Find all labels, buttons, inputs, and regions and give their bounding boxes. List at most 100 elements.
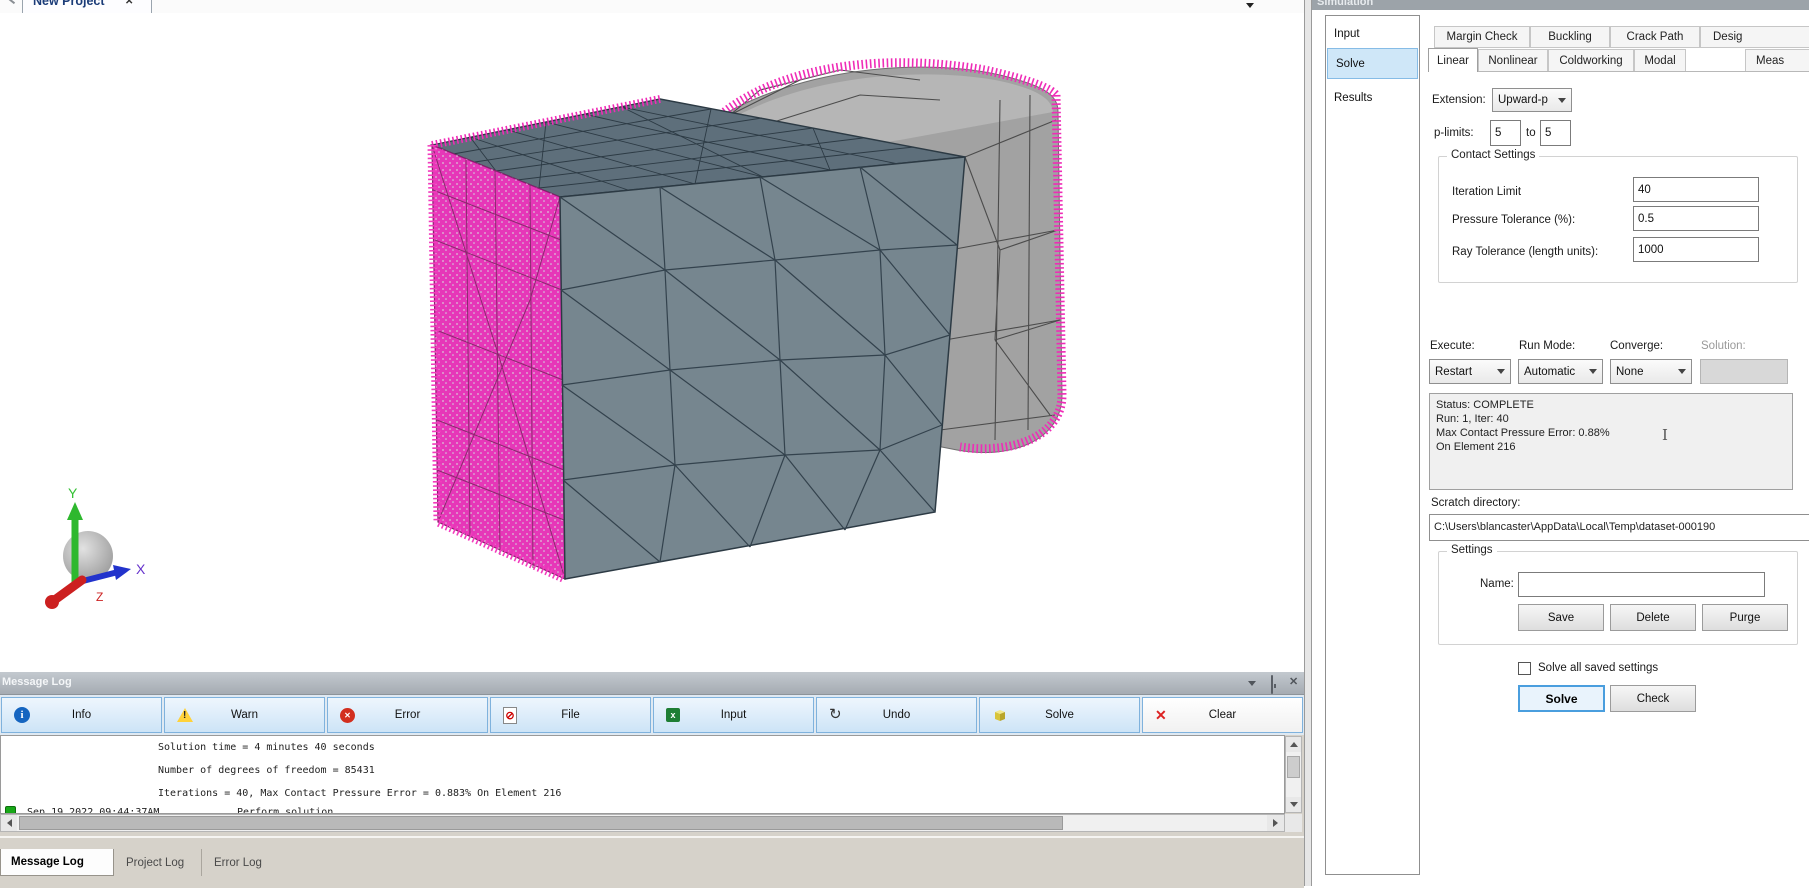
tab-pane-border (1428, 71, 1809, 72)
tab-linear[interactable]: Linear (1428, 48, 1478, 72)
log-entry: Iterations = 40, Max Contact Pressure Er… (158, 788, 561, 799)
status-line: On Element 216 (1436, 440, 1786, 454)
tab-modal[interactable]: Modal (1634, 49, 1686, 72)
log-warn-button[interactable]: !Warn (164, 697, 325, 733)
axis-label-z: Z (96, 590, 103, 604)
model-viewport[interactable]: Y X Z (0, 13, 1304, 672)
tree-decor-line (3, 0, 15, 4)
close-icon[interactable]: ✕ (1289, 675, 1298, 688)
scrollbar-thumb[interactable] (19, 816, 1063, 830)
log-undo-button[interactable]: ↻Undo (816, 697, 977, 733)
simulation-panel-header[interactable]: Simulation (1312, 0, 1809, 10)
log-entry: Solution time = 4 minutes 40 seconds (158, 742, 375, 753)
log-entry-timestamp: Sep 19 2022 09:44:37AM (27, 807, 159, 814)
delete-button[interactable]: Delete (1610, 604, 1696, 631)
plimits-label: p-limits: (1434, 127, 1474, 139)
log-tab-bar: Message Log Project Log Error Log (0, 836, 1304, 888)
message-log-titlebar: Message Log ✕ (0, 672, 1304, 695)
pin-icon[interactable] (1271, 675, 1273, 694)
run-mode-select[interactable]: Automatic (1518, 359, 1603, 384)
orientation-triad: Y X Z (45, 485, 146, 609)
model-cube-front-face (560, 157, 965, 579)
solve-button[interactable]: Solve (1518, 685, 1605, 712)
plimits-to-label: to (1526, 127, 1536, 139)
tab-margin-check[interactable]: Margin Check (1434, 26, 1530, 48)
log-error-button[interactable]: ✕Error (327, 697, 488, 733)
status-line: Run: 1, Iter: 40 (1436, 412, 1786, 426)
input-file-icon: x (666, 708, 680, 722)
viewport-canvas[interactable]: Y X Z (0, 13, 1304, 672)
scroll-down-button[interactable] (1286, 797, 1301, 812)
pressure-tolerance-field[interactable]: 0.5 (1633, 206, 1759, 231)
file-icon: ⊘ (503, 707, 517, 724)
ray-tolerance-label: Ray Tolerance (length units): (1452, 246, 1598, 258)
project-tab-close-icon[interactable]: ✕ (125, 0, 133, 7)
panel-splitter[interactable] (1304, 0, 1312, 886)
log-solve-button[interactable]: Solve (979, 697, 1140, 733)
execute-label: Execute: (1430, 340, 1475, 352)
plimit-to-field[interactable]: 5 (1540, 120, 1571, 146)
solve-all-checkbox[interactable] (1518, 662, 1531, 675)
status-line: Status: COMPLETE (1436, 398, 1786, 412)
nav-item-input[interactable]: Input (1326, 22, 1426, 46)
arrow-right-icon (1273, 819, 1278, 827)
message-log-title: Message Log (2, 676, 72, 688)
window-position-icon[interactable] (1248, 681, 1256, 686)
project-tab-label: New Project (33, 0, 105, 8)
tab-overflow-icon[interactable] (1246, 3, 1254, 8)
model-cube-contact-face (432, 145, 565, 579)
converge-label: Converge: (1610, 340, 1663, 352)
tab-error-log[interactable]: Error Log (204, 849, 284, 876)
scroll-right-button[interactable] (1267, 815, 1284, 831)
iteration-limit-field[interactable]: 40 (1633, 177, 1759, 202)
clear-icon: ✕ (1155, 707, 1167, 724)
tab-nonlinear[interactable]: Nonlinear (1478, 49, 1548, 72)
tab-message-log[interactable]: Message Log (0, 849, 114, 876)
solution-label: Solution: (1701, 340, 1746, 352)
log-clear-button[interactable]: ✕Clear (1142, 697, 1303, 733)
chevron-down-icon (1558, 98, 1566, 103)
tab-meas[interactable]: Meas (1745, 49, 1809, 72)
tab-coldworking[interactable]: Coldworking (1548, 49, 1634, 72)
log-horizontal-scrollbar[interactable] (0, 814, 1285, 832)
log-entry: Number of degrees of freedom = 85431 (158, 765, 375, 776)
message-log-toolbar: iInfo !Warn ✕Error ⊘File xInput ↻Undo So… (0, 695, 1304, 735)
message-log-panel: Message Log ✕ iInfo !Warn ✕Error ⊘File x… (0, 672, 1304, 886)
solution-log-icon (5, 806, 16, 814)
message-log-list[interactable]: Solution time = 4 minutes 40 seconds Num… (0, 735, 1285, 814)
tab-buckling[interactable]: Buckling (1530, 26, 1610, 48)
nav-item-results[interactable]: Results (1326, 86, 1426, 110)
warning-icon: ! (177, 708, 193, 722)
scratch-directory-label: Scratch directory: (1431, 497, 1520, 509)
solve-status-box: Status: COMPLETE Run: 1, Iter: 40 Max Co… (1429, 393, 1793, 490)
log-file-button[interactable]: ⊘File (490, 697, 651, 733)
tab-project-log[interactable]: Project Log (116, 849, 202, 876)
scroll-left-button[interactable] (1, 815, 17, 831)
log-entry: Perform solution (237, 807, 333, 814)
check-button[interactable]: Check (1610, 685, 1696, 712)
log-vertical-scrollbar[interactable] (1285, 736, 1302, 813)
log-input-button[interactable]: xInput (653, 697, 814, 733)
log-info-button[interactable]: iInfo (1, 697, 162, 733)
tab-crack-path[interactable]: Crack Path (1610, 26, 1700, 48)
solve-cube-icon (992, 707, 1008, 723)
settings-name-field[interactable] (1518, 572, 1765, 597)
scroll-up-button[interactable] (1286, 737, 1301, 752)
scratch-directory-field[interactable]: C:\Users\blancaster\AppData\Local\Temp\d… (1429, 514, 1809, 541)
plimit-from-field[interactable]: 5 (1490, 120, 1521, 146)
chevron-down-icon (1497, 369, 1505, 374)
converge-select[interactable]: None (1610, 359, 1692, 384)
settings-legend: Settings (1447, 544, 1497, 556)
tab-design[interactable]: Desig (1700, 26, 1809, 48)
error-icon: ✕ (340, 708, 355, 723)
extension-label: Extension: (1432, 94, 1486, 106)
arrow-down-icon (1290, 802, 1298, 807)
execute-select[interactable]: Restart (1429, 359, 1511, 384)
nav-item-solve[interactable]: Solve (1327, 48, 1418, 79)
scrollbar-thumb[interactable] (1287, 756, 1300, 778)
project-tab[interactable]: New Project ✕ (22, 0, 152, 13)
ray-tolerance-field[interactable]: 1000 (1633, 237, 1759, 262)
save-button[interactable]: Save (1518, 604, 1604, 631)
extension-select[interactable]: Upward-p (1492, 88, 1572, 112)
purge-button[interactable]: Purge (1702, 604, 1788, 631)
